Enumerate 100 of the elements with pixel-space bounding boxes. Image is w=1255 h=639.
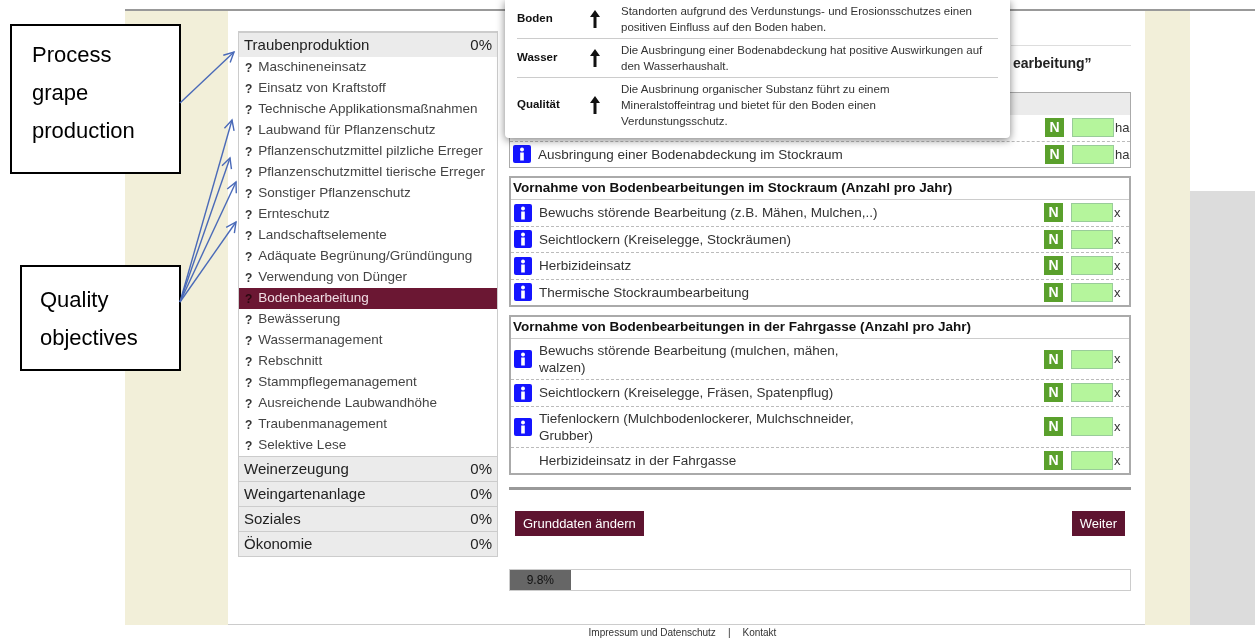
sidebar-item[interactable]: ? Ausreichende Laubwandhöhe xyxy=(239,393,497,414)
sidebar-item[interactable]: ? Landschaftselemente xyxy=(239,225,497,246)
sidebar-section-header[interactable]: Ökonomie 0% xyxy=(239,531,497,556)
section-title: Vornahme von Bodenbearbeitungen in der Fahrgasse (Anzahl pro Jahr) xyxy=(511,317,1129,339)
item-label: Sonstiger Pflanzenschutz xyxy=(258,184,411,203)
help-mark: ? xyxy=(245,395,253,413)
section-percent: 0% xyxy=(470,458,492,479)
up-arrow-icon xyxy=(589,48,601,68)
unit-label: x xyxy=(1114,350,1122,369)
footer-link[interactable]: Kontakt xyxy=(742,624,777,639)
section-title: Weingartenanlage xyxy=(244,483,366,504)
sidebar-section-header[interactable]: Traubenproduktion 0% xyxy=(239,32,497,57)
sidebar-item[interactable]: ? Selektive Lese xyxy=(239,435,497,456)
row-label: Herbizideinsatz in der Fahrgasse xyxy=(539,451,738,469)
action-button[interactable]: Weiter xyxy=(1071,511,1125,536)
progress-fill: 9.8% xyxy=(510,570,571,590)
info-icon[interactable] xyxy=(514,256,532,275)
item-label: Selektive Lese xyxy=(258,436,347,455)
help-mark: ? xyxy=(245,290,253,308)
action-button[interactable]: Grunddaten ändern xyxy=(515,511,644,536)
row-label: Bewuchs störende Bearbeitung (z.B. Mähen, Mulchen,..) xyxy=(539,204,879,222)
info-icon[interactable] xyxy=(514,230,532,249)
info-icon[interactable] xyxy=(513,145,531,164)
aspect-label: Boden xyxy=(517,11,554,27)
unit-label: x xyxy=(1114,384,1122,402)
sidebar-item[interactable]: ? Maschineneinsatz xyxy=(239,57,497,78)
help-mark: ? xyxy=(245,374,253,392)
section-title: Weinerzeugung xyxy=(244,458,349,479)
row-label: Ausbringung einer Bodenabdeckung im Stockraum xyxy=(538,145,844,163)
sidebar-section-header[interactable]: Soziales 0% xyxy=(239,506,497,531)
scrollbar[interactable] xyxy=(1190,191,1255,625)
separator: | xyxy=(727,625,731,639)
section-percent: 0% xyxy=(470,508,492,529)
info-icon[interactable] xyxy=(514,383,532,402)
sidebar-item[interactable]: ? Pflanzenschutzmittel tierische Erreger xyxy=(239,162,497,183)
sidebar-item[interactable]: ? Wassermanagement xyxy=(239,330,497,351)
help-mark: ? xyxy=(245,269,253,287)
callout-box: Process grape production xyxy=(10,24,181,174)
unit-label: x xyxy=(1114,417,1122,436)
help-mark: ? xyxy=(245,59,253,77)
info-icon[interactable] xyxy=(514,350,532,368)
number-field[interactable] xyxy=(1071,229,1113,249)
footer-link[interactable]: Impressum und Datenschutz xyxy=(588,624,716,639)
sidebar-item[interactable]: ? Bewässerung xyxy=(239,309,497,330)
number-field[interactable] xyxy=(1071,450,1113,470)
item-label: Wassermanagement xyxy=(258,331,383,350)
item-label: Rebschnitt xyxy=(258,352,323,371)
sidebar-section-header[interactable]: Weingartenanlage 0% xyxy=(239,481,497,506)
sidebar-item[interactable]: ? Verwendung von Dünger xyxy=(239,267,497,288)
sidebar-item[interactable]: ? Adäquate Begrünung/Gründüngung xyxy=(239,246,497,267)
number-field[interactable] xyxy=(1072,118,1114,138)
section-percent: 0% xyxy=(470,34,492,55)
help-mark: ? xyxy=(245,164,253,182)
section-title: Soziales xyxy=(244,508,301,529)
help-mark: ? xyxy=(245,185,253,203)
sidebar-item[interactable]: ? Sonstiger Pflanzenschutz xyxy=(239,183,497,204)
aspect-label: Qualität xyxy=(517,97,561,113)
sidebar-item[interactable]: ? Pflanzenschutzmittel pilzliche Erreger xyxy=(239,141,497,162)
info-icon[interactable] xyxy=(514,417,532,436)
unit-label: x xyxy=(1114,257,1122,275)
number-field[interactable] xyxy=(1071,203,1113,223)
item-label: Maschineneinsatz xyxy=(258,58,367,77)
item-label: Technische Applikationsmaßnahmen xyxy=(258,100,478,119)
sidebar-item[interactable]: ? Rebschnitt xyxy=(239,351,497,372)
sidebar-item[interactable]: ? Ernteschutz xyxy=(239,204,497,225)
unit-label: x xyxy=(1114,283,1122,302)
page-heading: earbeitung” xyxy=(1013,54,1092,73)
callout-box: Quality objectives xyxy=(20,265,181,371)
sidebar-section-header[interactable]: Weinerzeugung 0% xyxy=(239,456,497,481)
number-field[interactable] xyxy=(1072,144,1114,164)
section-title: Traubenproduktion xyxy=(244,34,370,55)
item-label: Verwendung von Dünger xyxy=(258,268,407,287)
help-mark: ? xyxy=(245,416,253,434)
item-label: Laubwand für Pflanzenschutz xyxy=(258,121,436,140)
sidebar-item[interactable]: ? Einsatz von Kraftstoff xyxy=(239,78,497,99)
sidebar-item[interactable]: ? Traubenmanagement xyxy=(239,414,497,435)
info-icon[interactable] xyxy=(514,283,532,302)
sidebar-item[interactable]: ? Bodenbearbeitung xyxy=(239,288,497,309)
help-mark: ? xyxy=(245,353,253,371)
number-field[interactable] xyxy=(1071,383,1113,403)
item-label: Bodenbearbeitung xyxy=(258,289,369,308)
info-icon[interactable] xyxy=(514,203,532,222)
sidebar-item[interactable]: ? Stammpflegemanagement xyxy=(239,372,497,393)
help-mark: ? xyxy=(245,206,253,224)
row-label: Bewuchs störende Bearbeitung (mulchen, mähen, walzen) xyxy=(539,342,840,376)
sidebar-item[interactable]: ? Technische Applikationsmaßnahmen xyxy=(239,99,497,120)
item-label: Ausreichende Laubwandhöhe xyxy=(258,394,437,413)
item-label: Traubenmanagement xyxy=(258,415,387,434)
effect-text: Standorten aufgrund des Verdunstungs- und Erosionsschutzes einen positiven Einfluss auf den Boden haben. xyxy=(621,4,973,35)
number-field[interactable] xyxy=(1071,282,1113,302)
number-field[interactable] xyxy=(1071,349,1113,369)
aspect-label: Wasser xyxy=(517,50,559,66)
sidebar-item[interactable]: ? Laubwand für Pflanzenschutz xyxy=(239,120,497,141)
annotation-arrow xyxy=(179,50,236,104)
number-field[interactable] xyxy=(1071,256,1113,276)
unit-label: x xyxy=(1114,451,1122,470)
number-field[interactable] xyxy=(1071,417,1113,436)
item-label: Ernteschutz xyxy=(258,205,330,224)
effect-text: Die Ausbringung einer Bodenabdeckung hat positive Auswirkungen auf den Wasserhaushalt. xyxy=(621,43,983,74)
section-title: Vornahme von Bodenbearbeitungen im Stockraum (Anzahl pro Jahr) xyxy=(511,178,1129,200)
